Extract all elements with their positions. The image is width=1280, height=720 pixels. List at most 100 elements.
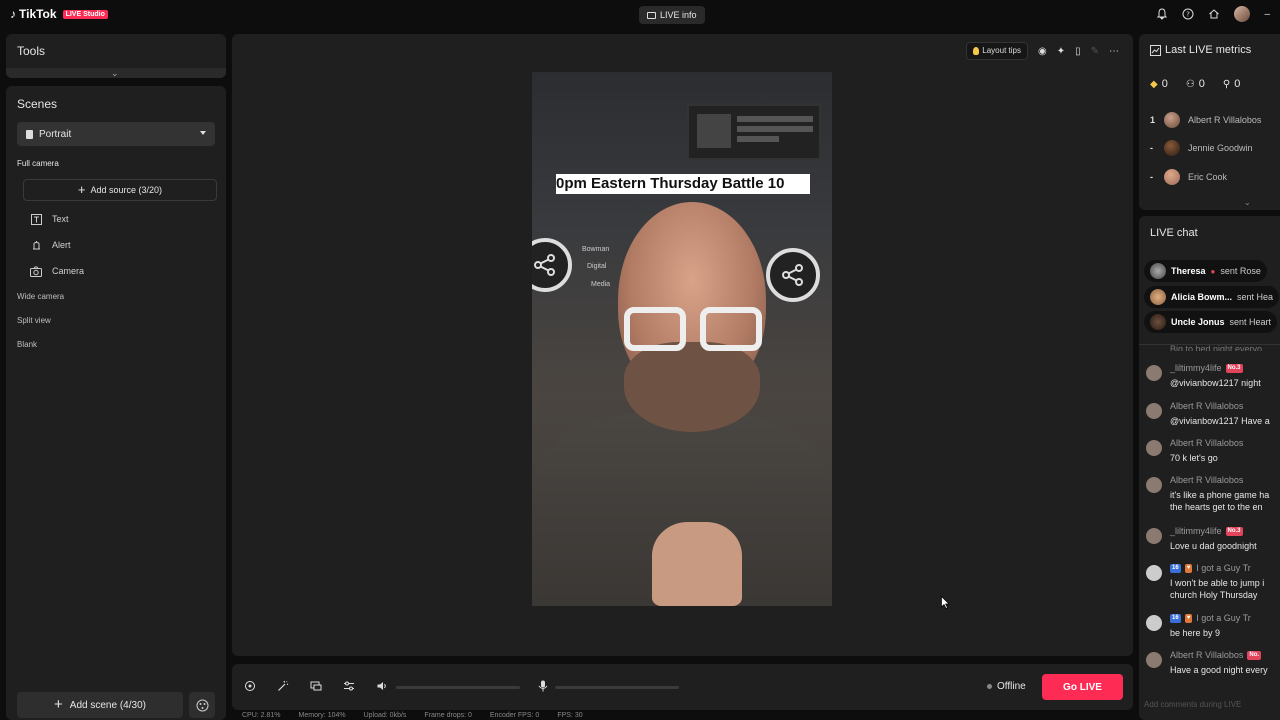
tools-panel: Tools ⌄ xyxy=(6,34,226,78)
chevron-down-icon[interactable]: ⌄ xyxy=(1244,198,1251,207)
chat-message[interactable]: 16 ♥ I got a Guy Tr be here by 9 xyxy=(1146,613,1280,647)
camera-icon xyxy=(30,265,42,277)
lightbulb-icon xyxy=(973,47,980,55)
tools-title: Tools xyxy=(17,44,46,58)
home-icon[interactable] xyxy=(1208,8,1220,20)
add-user-icon: ⚲ xyxy=(1222,78,1231,90)
avatar xyxy=(1150,263,1166,279)
help-icon[interactable]: ? xyxy=(1182,8,1194,20)
chat-username: Albert R Villalobos xyxy=(1170,438,1244,448)
bell-icon[interactable] xyxy=(1156,8,1168,20)
minimize-icon[interactable]: – xyxy=(1264,9,1270,20)
video-banner-text: 0pm Eastern Thursday Battle 10 xyxy=(556,174,810,194)
chat-text: @vivianbow1217 night xyxy=(1170,378,1261,388)
video-brand-line: Bowman xyxy=(582,246,610,253)
avatar xyxy=(1146,403,1162,419)
add-scene-label: Add scene (4/30) xyxy=(69,699,146,711)
stream-status: Offline xyxy=(987,681,1026,692)
source-label: Alert xyxy=(52,240,71,250)
source-item-text[interactable]: Text xyxy=(30,213,69,225)
rank-badge: No.3 xyxy=(1225,363,1243,373)
status-dot xyxy=(987,684,992,689)
ranking-row[interactable]: - Eric Cook xyxy=(1150,169,1227,185)
chat-message[interactable]: Albert R Villalobos No. Have a good night… xyxy=(1146,650,1280,684)
microphone-icon[interactable] xyxy=(538,680,548,692)
person-hand xyxy=(652,522,742,606)
ranking-name: Albert R Villalobos xyxy=(1188,115,1262,125)
gift-user: Theresa xyxy=(1171,266,1206,276)
rank-number: 1 xyxy=(1150,115,1156,125)
chat-message[interactable]: Albert R Villalobos 70 k let's go xyxy=(1146,438,1280,472)
source-item-camera[interactable]: Camera xyxy=(30,265,84,277)
gift-notification: Alicia Bowm... sent Hea xyxy=(1144,286,1280,308)
caret-down-icon xyxy=(200,131,206,135)
speaker-icon[interactable] xyxy=(376,680,388,692)
monitor-icon xyxy=(647,11,656,19)
avatar xyxy=(1164,140,1180,156)
speaker-volume-slider[interactable] xyxy=(396,686,520,689)
chat-username: _liltimmy4life xyxy=(1170,526,1222,536)
metric-viewers-value: 0 xyxy=(1198,78,1205,90)
scene-split-view[interactable]: Split view xyxy=(17,316,51,325)
phone-icon[interactable]: ▯ xyxy=(1075,46,1081,57)
screen-share-icon[interactable] xyxy=(310,680,322,692)
avatar[interactable] xyxy=(1234,6,1251,22)
sliders-icon[interactable] xyxy=(343,680,355,692)
add-source-button[interactable]: + Add source (3/20) xyxy=(23,179,217,201)
theme-button[interactable] xyxy=(189,692,215,718)
overlay-widget xyxy=(687,104,821,160)
settings-icon[interactable] xyxy=(244,680,256,692)
edit-icon[interactable]: ✎ xyxy=(1091,46,1099,57)
source-item-alert[interactable]: Alert xyxy=(30,239,71,251)
chat-username: I got a Guy Tr xyxy=(1196,563,1251,573)
avatar xyxy=(1150,289,1166,305)
rank-number: - xyxy=(1150,172,1153,182)
ranking-row[interactable]: - Jennie Goodwin xyxy=(1150,140,1253,156)
chat-message[interactable]: _liltimmy4life No.3 @vivianbow1217 night xyxy=(1146,363,1280,397)
glasses xyxy=(624,307,686,351)
add-scene-button[interactable]: + Add scene (4/30) xyxy=(17,692,183,718)
scene-dropdown[interactable]: Portrait xyxy=(17,122,215,146)
scene-wide-camera[interactable]: Wide camera xyxy=(17,292,64,301)
chat-text: be here by 9 xyxy=(1170,628,1221,638)
rank-badge: No.3 xyxy=(1225,526,1243,536)
live-info-button[interactable]: LIVE info xyxy=(639,6,705,24)
chat-comment-input[interactable]: Add comments during LIVE xyxy=(1144,700,1241,709)
source-label: Camera xyxy=(52,266,85,276)
stat-memory: Memory: 104% xyxy=(298,712,346,719)
chat-username: Albert R Villalobos xyxy=(1170,650,1244,660)
video-brand-line: Media xyxy=(591,281,611,288)
controls-bar: Offline Go LIVE xyxy=(232,664,1133,710)
metrics-title-label: Last LIVE metrics xyxy=(1165,44,1252,56)
mic-volume-slider[interactable] xyxy=(555,686,679,689)
go-live-button[interactable]: Go LIVE xyxy=(1042,674,1123,700)
source-label: Text xyxy=(52,214,69,224)
share-icon xyxy=(532,238,572,292)
rank-badge: No. xyxy=(1247,650,1262,660)
stat-cpu: CPU: 2.81% xyxy=(242,712,281,719)
ranking-row[interactable]: 1 Albert R Villalobos xyxy=(1150,112,1261,128)
avatar xyxy=(1146,440,1162,456)
more-icon[interactable]: ⋯ xyxy=(1109,46,1119,57)
chat-message[interactable]: 16 ♥ I got a Guy Tr I won't be able to jum… xyxy=(1146,563,1280,609)
chat-username: Albert R Villalobos xyxy=(1170,475,1244,485)
record-icon[interactable]: ◉ xyxy=(1038,46,1047,57)
plus-icon: + xyxy=(54,696,63,713)
chat-message[interactable]: _liltimmy4life No.3 Love u dad goodnight xyxy=(1146,526,1280,560)
chat-username: _liltimmy4life xyxy=(1170,363,1222,373)
effects-wand-icon[interactable] xyxy=(277,680,289,692)
scene-blank[interactable]: Blank xyxy=(17,340,37,349)
tiktok-note-icon: ♪ xyxy=(10,7,16,21)
chevron-down-icon[interactable]: ⌄ xyxy=(111,68,119,79)
chat-message[interactable]: Albert R Villalobos @vivianbow1217 Have … xyxy=(1146,401,1280,435)
brand-name: TikTok xyxy=(19,7,57,21)
chat-text: 70 k let's go xyxy=(1170,453,1218,463)
alert-icon xyxy=(30,239,42,251)
text-icon xyxy=(30,213,42,225)
scene-full-camera[interactable]: Full camera xyxy=(17,159,59,168)
layout-tips-button[interactable]: Layout tips xyxy=(966,42,1028,60)
level-badge: 16 xyxy=(1170,613,1181,623)
chat-message[interactable]: Albert R Villalobos it's like a phone ga… xyxy=(1146,475,1280,521)
avatar xyxy=(1146,528,1162,544)
sparkle-icon[interactable]: ✦ xyxy=(1057,46,1065,57)
